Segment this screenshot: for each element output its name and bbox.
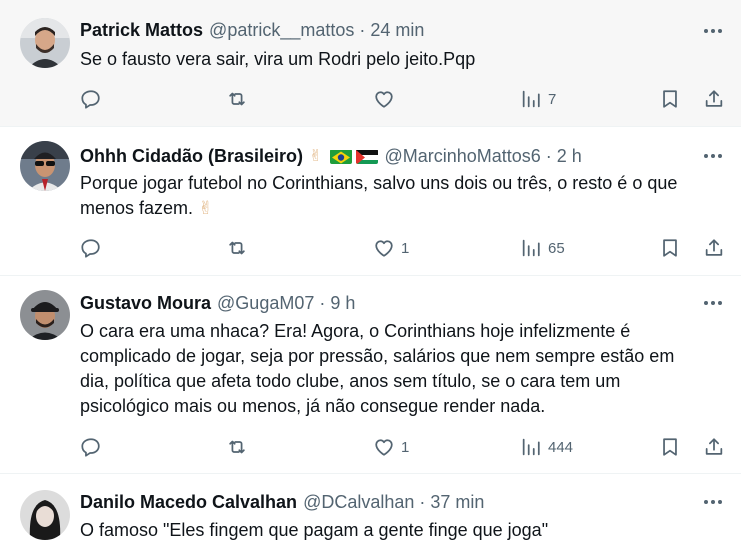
- brazil-flag-icon: [330, 149, 353, 164]
- share-icon: [705, 239, 723, 256]
- like-button[interactable]: 1: [373, 234, 409, 262]
- tweet-text-line: dia, política que afeta todo clube, anos…: [80, 371, 621, 391]
- view-count: 444: [548, 438, 574, 456]
- avatar-man-sunglasses-icon: [20, 141, 70, 191]
- like-button[interactable]: 1: [373, 433, 409, 461]
- views-button[interactable]: 7: [520, 85, 556, 113]
- user-handle[interactable]: @MarcinhoMattos6: [384, 146, 540, 167]
- retweet-button[interactable]: [226, 85, 254, 113]
- tweet-text-line: O cara era uma nhaca? Era! Agora, o Cori…: [80, 321, 631, 341]
- reply-icon: [81, 239, 100, 258]
- palestine-flag-icon: [356, 149, 379, 164]
- share-icon: [705, 438, 723, 455]
- reply-button[interactable]: [80, 85, 108, 113]
- bookmark-icon: [663, 239, 677, 257]
- reply-icon: [81, 438, 100, 457]
- display-name[interactable]: Danilo Macedo Calvalhan: [80, 492, 297, 513]
- retweet-icon: [229, 92, 245, 106]
- retweet-icon: [229, 440, 245, 454]
- timestamp[interactable]: 37 min: [430, 492, 484, 513]
- action-bar: 1 65: [80, 234, 725, 262]
- tweet[interactable]: Ohhh Cidadão (Brasileiro) ✌ @MarcinhoMat…: [0, 127, 741, 276]
- more-icon: [704, 29, 708, 33]
- bookmark-button[interactable]: [659, 85, 681, 113]
- retweet-icon: [229, 241, 245, 255]
- peace-hand-emoji: ✌: [309, 148, 323, 165]
- more-icon: [704, 154, 708, 158]
- heart-icon: [375, 240, 393, 257]
- bookmark-icon: [663, 438, 677, 456]
- more-icon: [704, 500, 708, 504]
- tweet-text-line: Se o fausto vera sair, vira um Rodri pel…: [80, 49, 476, 69]
- tweet-text: Se o fausto vera sair, vira um Rodri pel…: [80, 47, 721, 72]
- tweet-text: Porque jogar futebol no Corinthians, sal…: [80, 171, 721, 221]
- avatar-man-beard-icon: [20, 18, 70, 68]
- user-handle[interactable]: @patrick__mattos: [209, 20, 354, 41]
- tweet-text-line: complicado de jogar, seja por pressão, s…: [80, 346, 675, 366]
- share-button[interactable]: [703, 433, 725, 461]
- share-button[interactable]: [703, 85, 725, 113]
- reply-button[interactable]: [80, 234, 108, 262]
- retweet-button[interactable]: [226, 234, 254, 262]
- view-count: 65: [548, 239, 565, 257]
- display-name[interactable]: Ohhh Cidadão (Brasileiro): [80, 146, 303, 167]
- tweet-text: O cara era uma nhaca? Era! Agora, o Cori…: [80, 319, 721, 419]
- more-options-button[interactable]: [701, 492, 725, 512]
- share-icon: [705, 90, 723, 107]
- display-name[interactable]: Gustavo Moura: [80, 293, 211, 314]
- analytics-icon: [522, 438, 540, 456]
- share-button[interactable]: [703, 234, 725, 262]
- like-count: 1: [401, 239, 410, 257]
- separator: ·: [319, 292, 326, 313]
- tweet-text-line: O famoso "Eles fingem que pagam a gente …: [80, 520, 549, 540]
- views-button[interactable]: 444: [520, 433, 573, 461]
- avatar[interactable]: [20, 18, 70, 68]
- avatar[interactable]: [20, 490, 70, 540]
- tweet[interactable]: Patrick Mattos @patrick__mattos · 24 min…: [0, 0, 741, 127]
- user-handle[interactable]: @GugaM07: [217, 293, 314, 314]
- tweet[interactable]: Gustavo Moura @GugaM07 · 9 h O cara era …: [0, 276, 741, 474]
- action-bar: 1 444: [80, 433, 725, 461]
- timestamp[interactable]: 9 h: [330, 293, 355, 314]
- peace-hand-emoji: ✌: [198, 198, 214, 218]
- avatar[interactable]: [20, 290, 70, 340]
- tweet[interactable]: Danilo Macedo Calvalhan @DCalvalhan · 37…: [0, 474, 741, 547]
- user-handle[interactable]: @DCalvalhan: [303, 492, 414, 513]
- avatar-man-cap-icon: [20, 290, 70, 340]
- like-count: 1: [401, 438, 410, 456]
- avatar-woman-dark-hair-icon: [20, 490, 70, 540]
- reply-icon: [81, 90, 100, 109]
- action-bar: 7: [80, 85, 725, 113]
- separator: ·: [545, 145, 552, 166]
- more-options-button[interactable]: [701, 293, 725, 313]
- heart-icon: [375, 91, 393, 108]
- tweet-text: O famoso "Eles fingem que pagam a gente …: [80, 518, 721, 543]
- bookmark-button[interactable]: [659, 234, 681, 262]
- view-count: 7: [548, 90, 557, 108]
- more-options-button[interactable]: [701, 146, 725, 166]
- avatar[interactable]: [20, 141, 70, 191]
- tweet-text-line: menos fazem.: [80, 198, 194, 218]
- analytics-icon: [522, 90, 540, 108]
- timestamp[interactable]: 24 min: [370, 20, 424, 41]
- more-options-button[interactable]: [701, 21, 725, 41]
- timestamp[interactable]: 2 h: [557, 146, 582, 167]
- display-name[interactable]: Patrick Mattos: [80, 20, 203, 41]
- separator: ·: [359, 19, 366, 40]
- bookmark-button[interactable]: [659, 433, 681, 461]
- bookmark-icon: [663, 90, 677, 108]
- tweet-text-line: Porque jogar futebol no Corinthians, sal…: [80, 173, 678, 193]
- views-button[interactable]: 65: [520, 234, 565, 262]
- more-icon: [704, 301, 708, 305]
- tweet-text-line: psicológico mais ou menos, já não conseg…: [80, 396, 546, 416]
- heart-icon: [375, 439, 393, 456]
- retweet-button[interactable]: [226, 433, 254, 461]
- reply-button[interactable]: [80, 433, 108, 461]
- analytics-icon: [522, 239, 540, 257]
- like-button[interactable]: [373, 85, 401, 113]
- separator: ·: [419, 491, 426, 512]
